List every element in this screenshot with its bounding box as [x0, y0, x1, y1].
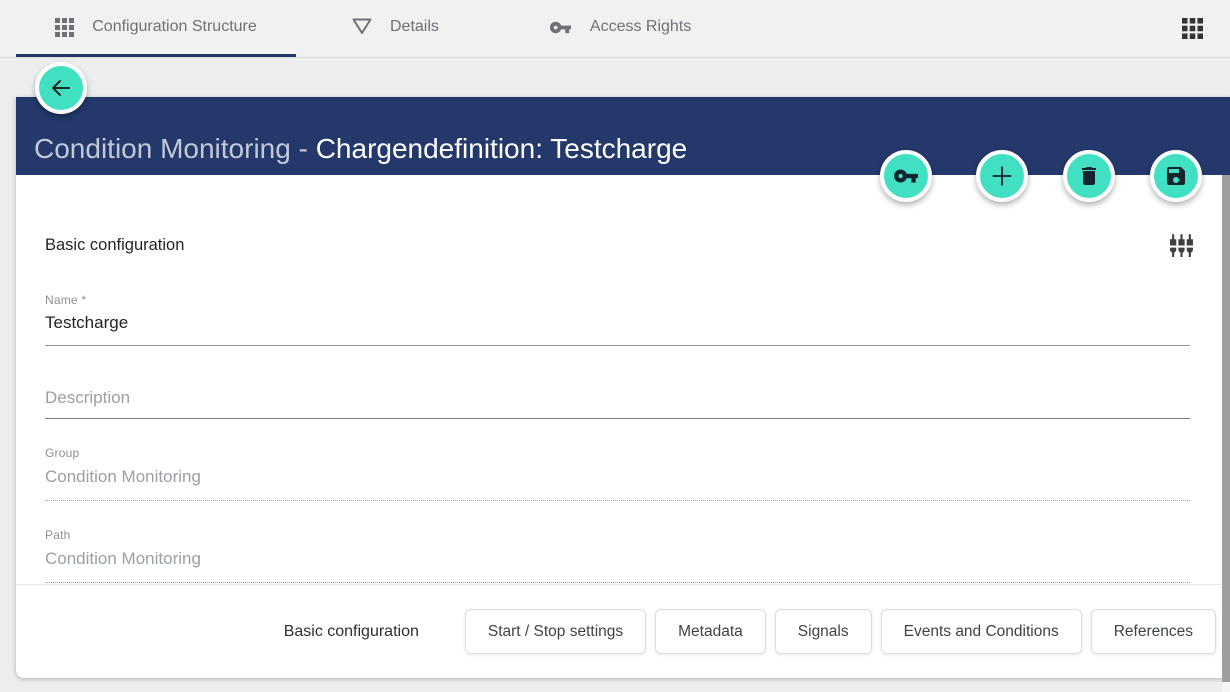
name-label: Name *: [45, 293, 1190, 307]
header-action-buttons: [880, 150, 1202, 202]
access-rights-button[interactable]: [880, 150, 932, 202]
tab-label: Details: [390, 18, 439, 36]
group-field: Group Condition Monitoring: [45, 446, 1190, 501]
save-icon: [1164, 164, 1188, 188]
apps-grid-icon[interactable]: [1178, 14, 1207, 43]
panel-header: Condition Monitoring - Chargendefinition…: [16, 97, 1230, 175]
configuration-panel: Condition Monitoring - Chargendefinition…: [16, 97, 1230, 678]
input-sliders-icon[interactable]: [1167, 231, 1196, 260]
trash-icon: [1077, 164, 1101, 188]
description-input[interactable]: [45, 382, 1190, 419]
grid-icon: [55, 18, 74, 37]
scrollbar-thumb[interactable]: [1222, 175, 1230, 682]
key-icon: [549, 16, 572, 39]
vertical-scrollbar: [1222, 175, 1230, 692]
tab-access-rights[interactable]: Access Rights: [519, 0, 721, 57]
tab-label: Access Rights: [590, 18, 691, 36]
top-tab-bar: Configuration Structure Details Access R…: [0, 0, 1230, 58]
tab-details[interactable]: Details: [322, 0, 469, 57]
plus-icon: [988, 162, 1016, 190]
basic-configuration-form: Basic configuration Name * Group Conditi…: [16, 175, 1230, 584]
key-icon: [893, 163, 919, 189]
description-field: [45, 382, 1190, 419]
group-value: Condition Monitoring: [45, 460, 1190, 501]
page-title: Condition Monitoring - Chargendefinition…: [16, 133, 687, 175]
path-field: Path Condition Monitoring: [45, 528, 1190, 583]
path-label: Path: [45, 528, 1190, 542]
add-button[interactable]: [976, 150, 1028, 202]
name-field: Name *: [45, 293, 1190, 346]
tab-label: Configuration Structure: [92, 18, 257, 36]
section-start-stop-settings[interactable]: Start / Stop settings: [465, 609, 646, 654]
tab-configuration-structure[interactable]: Configuration Structure: [16, 0, 296, 57]
back-button[interactable]: [35, 62, 87, 114]
section-nav-bar: Basic configuration Start / Stop setting…: [16, 584, 1230, 678]
section-signals[interactable]: Signals: [775, 609, 872, 654]
page-title-object: Chargendefinition: Testcharge: [316, 133, 688, 164]
page-title-group: Condition Monitoring -: [34, 133, 316, 164]
arrow-left-icon: [49, 76, 73, 100]
section-events-and-conditions[interactable]: Events and Conditions: [881, 609, 1082, 654]
funnel-icon: [352, 18, 372, 36]
delete-button[interactable]: [1063, 150, 1115, 202]
save-button[interactable]: [1150, 150, 1202, 202]
section-references[interactable]: References: [1091, 609, 1216, 654]
group-label: Group: [45, 446, 1190, 460]
path-value: Condition Monitoring: [45, 542, 1190, 583]
section-title: Basic configuration: [45, 236, 184, 255]
section-metadata[interactable]: Metadata: [655, 609, 766, 654]
section-basic-configuration[interactable]: Basic configuration: [278, 622, 425, 642]
name-input[interactable]: [45, 307, 1190, 346]
